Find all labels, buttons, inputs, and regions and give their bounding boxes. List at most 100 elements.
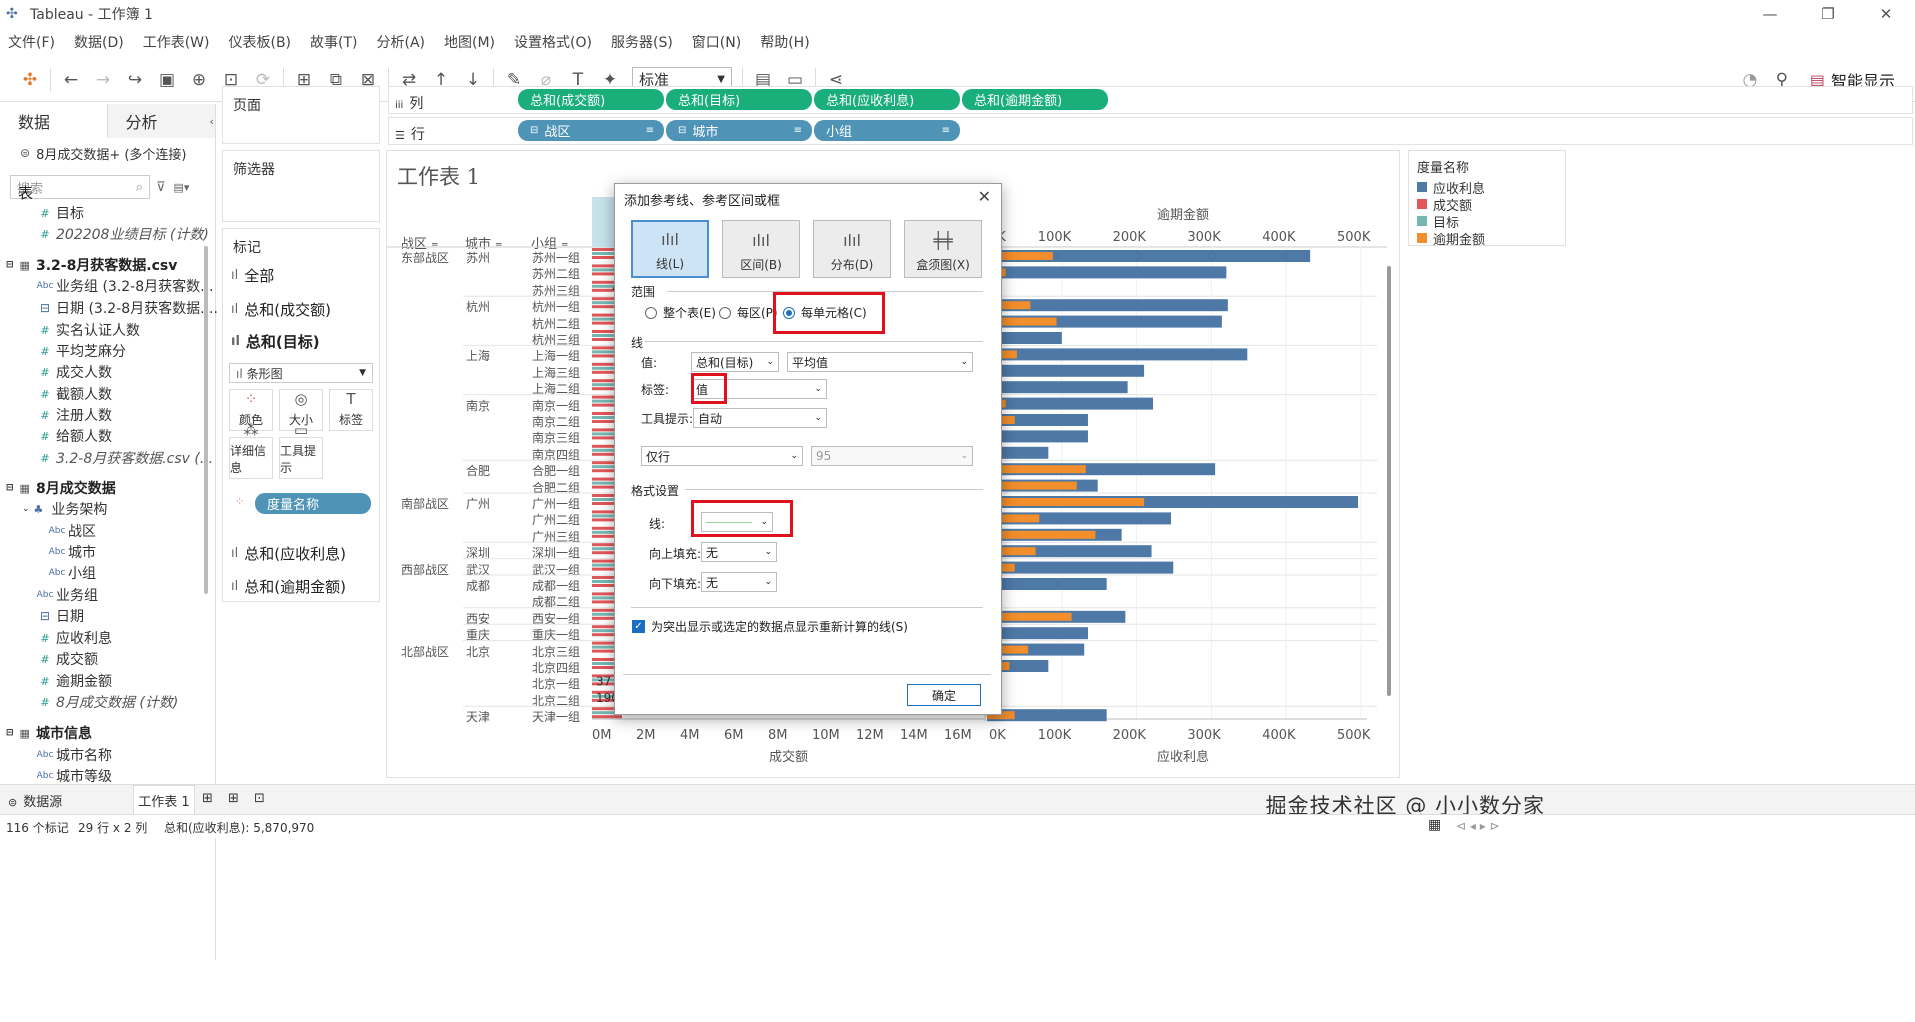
field-item[interactable]: # 截额人数	[34, 384, 112, 404]
aggregation-select[interactable]: 平均值 ⌄	[787, 352, 973, 372]
field-item[interactable]: # 平均芝麻分	[34, 341, 126, 361]
scope-pane-radio[interactable]: 每区(P)	[719, 304, 778, 321]
field-item[interactable]: # 注册人数	[34, 405, 112, 425]
marks-sum-target[interactable]: ıl 总和(目标)	[231, 327, 320, 355]
hierarchy-item[interactable]: ⌄ ♣ 业务架构	[22, 499, 107, 519]
grid-icon[interactable]: ▦	[1428, 817, 1441, 833]
menu-format[interactable]: 设置格式(O)	[514, 32, 592, 52]
field-item[interactable]: Abc 城市名称	[34, 745, 112, 765]
view-options-icon[interactable]: ▤▾	[174, 181, 190, 194]
value-field-select[interactable]: 总和(目标) ⌄	[691, 352, 779, 372]
field-item[interactable]: Abc 业务组 (3.2-8月获客数...	[34, 276, 214, 296]
menu-server[interactable]: 服务器(S)	[611, 32, 673, 52]
close-icon[interactable]: ✕	[1857, 0, 1915, 28]
tooltip-select[interactable]: 自动 ⌄	[693, 408, 827, 428]
collapse-icon[interactable]: ‹	[210, 115, 214, 128]
measure-names-pill[interactable]: 度量名称	[255, 493, 371, 514]
field-item[interactable]: # 实名认证人数	[34, 320, 140, 340]
close-icon[interactable]: ✕	[978, 187, 991, 206]
new-sheet-icon[interactable]: ⊞	[202, 791, 213, 806]
menu-analysis[interactable]: 分析(A)	[377, 32, 426, 52]
row-pill-city[interactable]: ⊟ 城市 ≡	[666, 120, 812, 141]
field-item[interactable]: Abc 业务组	[34, 585, 98, 605]
field-item[interactable]: ⊟ 日期 (3.2-8月获客数据....	[34, 298, 218, 318]
field-item[interactable]: ⊟ 日期	[34, 606, 84, 626]
undo-icon[interactable]: ←	[55, 66, 87, 94]
sheet-tab[interactable]: 工作表 1	[133, 785, 195, 815]
scope-table-radio[interactable]: 整个表(E)	[645, 304, 716, 321]
maximize-icon[interactable]: ❐	[1799, 0, 1857, 28]
redo-icon[interactable]: →	[87, 66, 119, 94]
datasource-connection[interactable]: ⊜ 8月成交数据+ (多个连接)	[0, 138, 215, 168]
table-item[interactable]: ⊟ ▦ 3.2-8月获客数据.csv	[6, 255, 177, 275]
menu-dashboard[interactable]: 仪表板(B)	[228, 32, 291, 52]
field-item[interactable]: Abc 战区	[46, 521, 96, 541]
tooltip-button[interactable]: ▭ 工具提示	[279, 421, 323, 479]
menu-window[interactable]: 窗口(N)	[692, 32, 741, 52]
tableau-start-icon[interactable]: ✣	[14, 66, 46, 94]
table-item[interactable]: ⊟ ▦ 8月成交数据	[6, 478, 116, 498]
legend-item[interactable]: 成交额	[1417, 196, 1472, 214]
field-item[interactable]: # 给额人数	[34, 426, 112, 446]
field-item[interactable]: #8月成交数据 (计数)	[34, 692, 178, 712]
new-datasource-icon[interactable]: ⊕	[183, 66, 215, 94]
confidence-band-select[interactable]: 仅行 ⌄	[641, 446, 803, 466]
legend-item[interactable]: 应收利息	[1417, 179, 1485, 197]
legend-item[interactable]: 目标	[1417, 213, 1459, 231]
menu-story[interactable]: 故事(T)	[310, 32, 357, 52]
field-item[interactable]: # 逾期金额	[34, 671, 112, 691]
type-distribution-button[interactable]: ılıl 分布(D)	[813, 220, 891, 278]
mark-type-select[interactable]: ıl 条形图 ▼	[229, 363, 373, 383]
menu-file[interactable]: 文件(F)	[8, 32, 55, 52]
field-item[interactable]: # 成交额	[34, 649, 98, 669]
minimize-icon[interactable]: —	[1741, 0, 1799, 28]
table-item[interactable]: ⊟ ▦ 城市信息	[6, 723, 92, 743]
tab-data[interactable]: 数据	[0, 104, 108, 138]
row-pill-group[interactable]: 小组 ≡	[814, 120, 960, 141]
field-item[interactable]: # 目标	[34, 203, 84, 223]
menu-map[interactable]: 地图(M)	[444, 32, 495, 52]
column-pill-overdue[interactable]: 总和(逾期金额)	[962, 89, 1108, 110]
column-pill-target[interactable]: 总和(目标)	[666, 89, 812, 110]
ok-button[interactable]: 确定	[907, 684, 981, 706]
field-item[interactable]: #202208业绩目标 (计数)	[34, 224, 208, 244]
menu-worksheet[interactable]: 工作表(W)	[143, 32, 210, 52]
recalc-checkbox[interactable]: ✓ 为突出显示或选定的数据点显示重新计算的线(S)	[632, 618, 908, 635]
pages-card[interactable]: 页面	[222, 86, 380, 144]
menu-help[interactable]: 帮助(H)	[760, 32, 809, 52]
save-icon[interactable]: ▣	[151, 66, 183, 94]
legend-item[interactable]: 逾期金额	[1417, 230, 1485, 248]
new-dashboard-icon[interactable]: ⊞	[228, 791, 239, 806]
nav-icons[interactable]: ⊲ ◂ ▸ ⊳	[1456, 819, 1500, 833]
field-item[interactable]: Abc 城市等级	[34, 766, 112, 786]
type-band-button[interactable]: ılıl 区间(B)	[722, 220, 800, 278]
vertical-scrollbar[interactable]	[1387, 266, 1391, 696]
label-button[interactable]: T 标签	[329, 389, 373, 431]
marks-sum-deal[interactable]: ıl 总和(成交额)	[231, 295, 331, 323]
field-item[interactable]: # 应收利息	[34, 628, 112, 648]
field-item[interactable]: Abc 城市	[46, 542, 96, 562]
filter-icon[interactable]: ⊽	[156, 180, 166, 195]
marks-sum-interest[interactable]: ıl 总和(应收利息)	[231, 539, 346, 567]
column-pill-deal[interactable]: 总和(成交额)	[518, 89, 664, 110]
marks-all[interactable]: ıl 全部	[231, 261, 274, 289]
detail-button[interactable]: ⁂ 详细信息	[229, 421, 273, 479]
replay-icon[interactable]: ↪	[119, 66, 151, 94]
type-line-button[interactable]: ılıl 线(L)	[631, 220, 709, 278]
field-item[interactable]: Abc 小组	[46, 563, 96, 583]
column-pill-interest[interactable]: 总和(应收利息)	[814, 89, 960, 110]
field-list-scrollbar[interactable]	[204, 246, 208, 594]
menu-data[interactable]: 数据(D)	[74, 32, 124, 52]
field-item[interactable]: #3.2-8月获客数据.csv (...	[34, 448, 213, 468]
fill-up-select[interactable]: 无 ⌄	[701, 542, 777, 562]
type-boxplot-button[interactable]: ╪╪ 盒须图(X)	[904, 220, 982, 278]
marks-sum-overdue[interactable]: ıl 总和(逾期金额)	[231, 572, 346, 600]
new-story-icon[interactable]: ⊡	[254, 791, 265, 806]
field-item[interactable]: # 成交人数	[34, 362, 112, 382]
tab-analysis[interactable]: 分析 ‹	[107, 104, 215, 138]
fill-down-select[interactable]: 无 ⌄	[701, 572, 777, 592]
row-pill-zone[interactable]: ⊟ 战区 ≡	[518, 120, 664, 141]
datasource-tab[interactable]: ⊜ 数据源	[8, 791, 62, 810]
fill-down-value: 无	[706, 575, 719, 590]
filters-card[interactable]: 筛选器	[222, 150, 380, 222]
